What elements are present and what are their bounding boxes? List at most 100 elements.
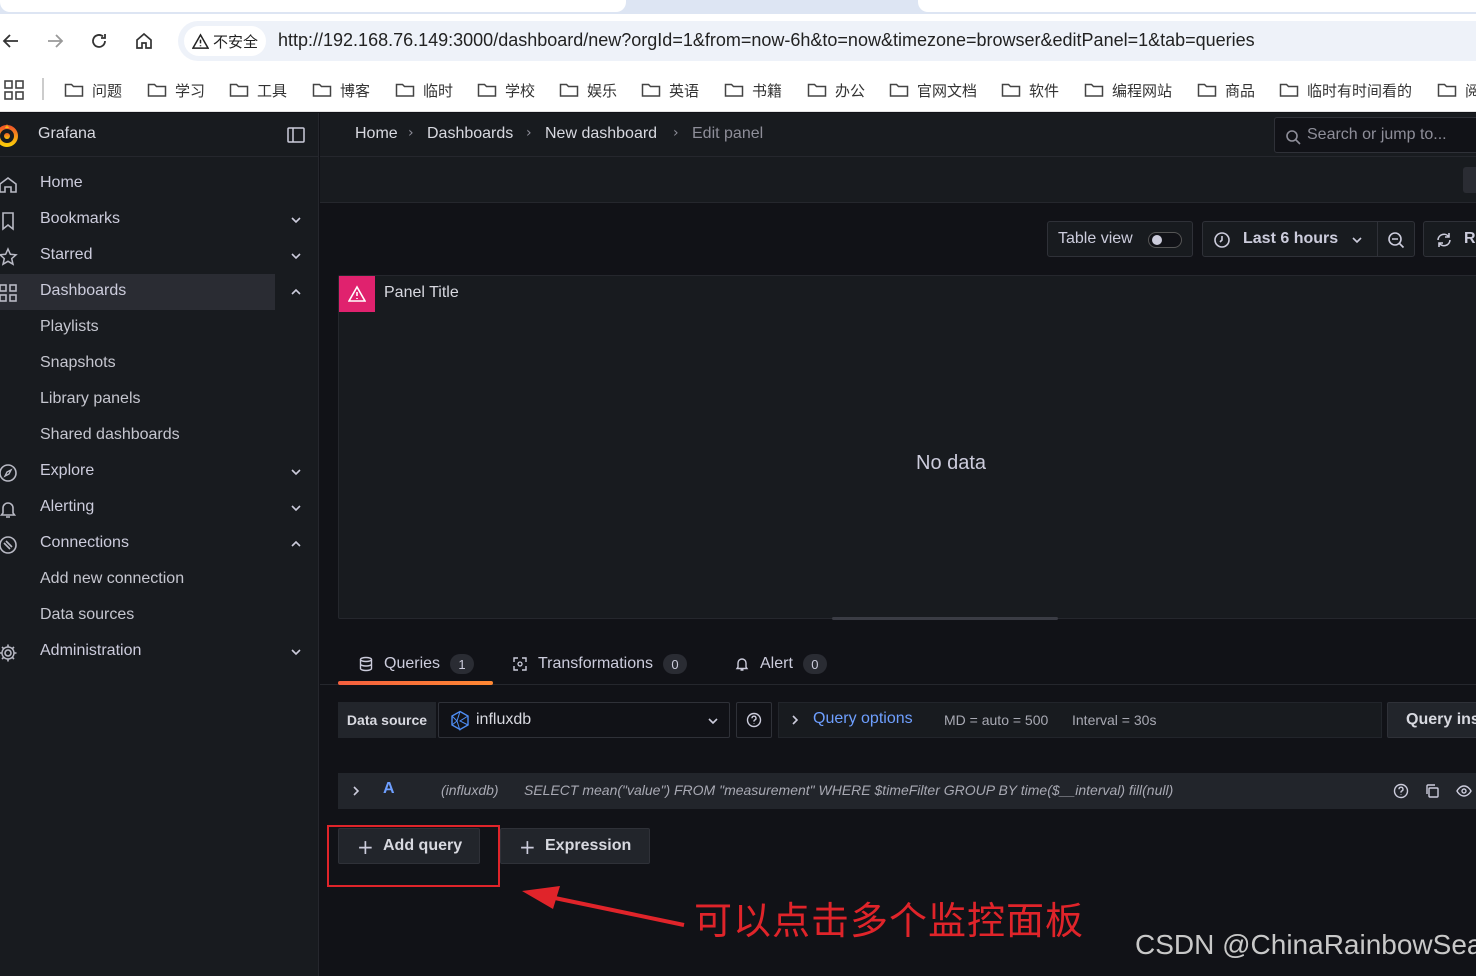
sidebar-item-home[interactable]: Home: [0, 166, 319, 202]
grafana-logo-icon: [0, 124, 18, 147]
tab-alert[interactable]: Alert 0: [734, 651, 827, 677]
url-text[interactable]: http://192.168.76.149:3000/dashboard/new…: [278, 30, 1255, 51]
datasource-picker[interactable]: influxdb: [438, 702, 730, 738]
breadcrumb-dashboards[interactable]: Dashboards: [427, 125, 513, 143]
sidebar-item-label: Bookmarks: [40, 210, 121, 227]
chevron-up-icon[interactable]: [290, 286, 302, 298]
bookmark-item[interactable]: 问题: [64, 79, 122, 101]
sidebar-item-bookmarks[interactable]: Bookmarks: [0, 202, 319, 238]
sidebar-item-connections[interactable]: Connections: [0, 526, 319, 562]
bookmark-label: 临时有时间看的: [1307, 81, 1413, 100]
chevron-down-icon[interactable]: [290, 250, 302, 262]
chevron-up-icon[interactable]: [290, 538, 302, 550]
bookmark-item[interactable]: 阅: [1437, 79, 1476, 101]
compass-icon: [0, 464, 17, 482]
chevron-right-icon[interactable]: [350, 785, 362, 797]
panel-error-badge[interactable]: [339, 276, 375, 312]
bookmark-item[interactable]: 商品: [1197, 79, 1255, 101]
max-data-points-text: MD = auto = 500: [944, 712, 1049, 728]
address-bar[interactable]: 不安全 http://192.168.76.149:3000/dashboard…: [178, 21, 1476, 61]
time-range-picker[interactable]: Last 6 hours: [1202, 221, 1378, 257]
breadcrumb-new-dashboard[interactable]: New dashboard: [545, 125, 657, 143]
query-options[interactable]: Query options MD = auto = 500 Interval =…: [778, 702, 1382, 738]
eye-icon[interactable]: [1456, 783, 1472, 799]
reload-icon[interactable]: [84, 26, 114, 56]
active-tab-indicator: [338, 681, 493, 685]
bookmark-item[interactable]: 学习: [147, 79, 205, 101]
clock-icon: [1214, 232, 1230, 248]
bookmark-item[interactable]: 娱乐: [559, 79, 617, 101]
tab-transformations[interactable]: Transformations 0: [512, 651, 687, 677]
folder-icon: [1001, 83, 1021, 97]
bookmark-item[interactable]: 办公: [807, 79, 865, 101]
bookmark-item[interactable]: 官网文档: [889, 79, 977, 101]
query-datasource: (influxdb): [441, 782, 499, 798]
search-input[interactable]: Search or jump to...: [1274, 117, 1476, 153]
bookmark-item[interactable]: 书籍: [724, 79, 782, 101]
datasource-label: Data source: [338, 702, 436, 738]
chevron-down-icon: [1352, 237, 1362, 244]
sidebar-item-library-panels[interactable]: Library panels: [0, 382, 319, 418]
expression-button[interactable]: + Expression: [500, 828, 650, 864]
chevron-down-icon[interactable]: [290, 646, 302, 658]
sidebar-item-add-new-connection[interactable]: Add new connection: [0, 562, 319, 598]
database-icon: [359, 656, 373, 672]
bookmark-item[interactable]: 软件: [1001, 79, 1059, 101]
home-icon[interactable]: [129, 26, 159, 56]
zoom-out-icon: [1388, 232, 1405, 249]
browser-tab[interactable]: [918, 0, 1476, 12]
toolbar-button[interactable]: [1463, 167, 1476, 193]
bookmark-item[interactable]: 工具: [229, 79, 287, 101]
query-row[interactable]: A (influxdb) SELECT mean("value") FROM "…: [338, 773, 1476, 809]
dock-menu-icon[interactable]: [287, 127, 305, 143]
sidebar-item-label: Dashboards: [40, 282, 127, 299]
sidebar-item-playlists[interactable]: Playlists: [0, 310, 319, 346]
sidebar-item-label: Connections: [40, 534, 129, 551]
tab-queries[interactable]: Queries 1: [358, 651, 475, 677]
table-view-toggle[interactable]: Table view: [1047, 221, 1193, 257]
sidebar-item-alerting[interactable]: Alerting: [0, 490, 319, 526]
sidebar-item-label: Playlists: [40, 318, 99, 335]
question-circle-icon[interactable]: [1393, 783, 1409, 799]
bell-icon: [0, 502, 17, 518]
apps-grid-icon[interactable]: [4, 80, 24, 100]
sidebar-item-snapshots[interactable]: Snapshots: [0, 346, 319, 382]
back-icon[interactable]: [0, 26, 26, 56]
breadcrumb-home[interactable]: Home: [355, 125, 398, 143]
sidebar-item-explore[interactable]: Explore: [0, 454, 319, 490]
sidebar-item-dashboards[interactable]: Dashboards: [0, 274, 319, 310]
chevron-right-icon: [792, 715, 799, 725]
bookmark-item[interactable]: 临时: [395, 79, 453, 101]
query-ref-id[interactable]: A: [383, 780, 395, 798]
chevron-down-icon[interactable]: [290, 466, 302, 478]
insecure-badge[interactable]: 不安全: [184, 26, 267, 56]
sidebar-item-data-sources[interactable]: Data sources: [0, 598, 319, 634]
panel-title[interactable]: Panel Title: [384, 284, 459, 302]
zoom-out-button[interactable]: [1377, 221, 1415, 257]
pane-splitter[interactable]: [832, 617, 1058, 620]
sidebar-item-administration[interactable]: Administration: [0, 634, 319, 670]
bookmark-label: 英语: [669, 81, 700, 100]
bookmark-item[interactable]: 临时有时间看的: [1279, 79, 1412, 101]
bookmark-item[interactable]: 学校: [477, 79, 535, 101]
chevron-down-icon[interactable]: [290, 214, 302, 226]
breadcrumb-edit-panel: Edit panel: [692, 125, 764, 142]
browser-tab[interactable]: [0, 0, 626, 12]
question-circle-icon: [746, 712, 762, 728]
sidebar-item-label: Administration: [40, 642, 142, 659]
sidebar-item-starred[interactable]: Starred: [0, 238, 319, 274]
copy-icon[interactable]: [1424, 783, 1440, 799]
refresh-button[interactable]: Re: [1423, 221, 1476, 257]
bookmark-item[interactable]: 英语: [641, 79, 699, 101]
brand[interactable]: Grafana: [0, 113, 319, 157]
toggle-switch[interactable]: [1148, 232, 1182, 248]
query-inspector-button[interactable]: Query ins: [1387, 702, 1476, 738]
forward-icon[interactable]: [40, 26, 70, 56]
bookmark-label: 工具: [257, 81, 288, 100]
datasource-help-button[interactable]: [736, 702, 772, 738]
bookmark-item[interactable]: 编程网站: [1084, 79, 1172, 101]
chevron-down-icon[interactable]: [290, 502, 302, 514]
sidebar-item-shared-dashboards[interactable]: Shared dashboards: [0, 418, 319, 454]
query-text: SELECT mean("value") FROM "measurement" …: [524, 782, 1174, 798]
bookmark-item[interactable]: 博客: [312, 79, 370, 101]
